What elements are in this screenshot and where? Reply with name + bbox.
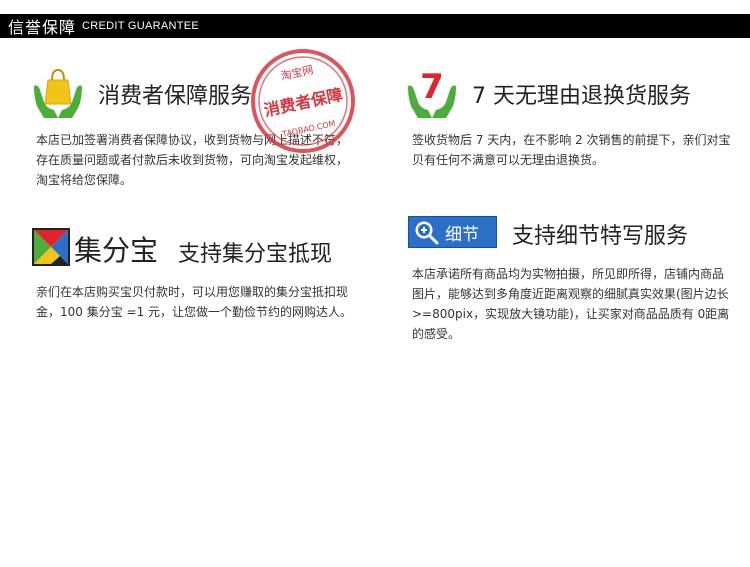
section-title-zh: 信誉保障 <box>8 18 77 37</box>
detail-closeup-block: 细节 支持细节特写服务 本店承诺所有商品均为实物拍摄，所见即所得，店铺内商品图片… <box>408 214 738 354</box>
detail-closeup-title: 支持细节特写服务 <box>512 224 689 249</box>
jifenbao-title: 支持集分宝抵现 <box>178 242 333 267</box>
jifenbao-desc: 亲们在本店购买宝贝付款时，可以用您赚取的集分宝抵扣现金，100 集分宝 =1 元… <box>36 285 353 319</box>
detail-tag: 细节 <box>408 216 497 248</box>
consumer-protection-title: 消费者保障服务 <box>98 84 253 109</box>
stamp-top-text: 淘宝网 <box>279 62 314 83</box>
svg-text:7: 7 <box>420 67 444 107</box>
section-title-en: CREDIT GUARANTEE <box>82 20 200 32</box>
seven-day-return-block: 7 7 天无理由退换货服务 签收货物后 7 天内，在不影响 2 次销售的前提下，… <box>406 56 736 196</box>
detail-tag-text: 细节 <box>445 224 479 245</box>
magnifier-icon <box>415 221 439 245</box>
section-header: 信誉保障 CREDIT GUARANTEE <box>0 14 750 38</box>
stamp-center-text: 消费者保障 <box>262 85 344 120</box>
seven-day-return-desc: 签收货物后 7 天内，在不影响 2 次销售的前提下，亲们对宝贝有任何不满意可以无… <box>412 133 731 167</box>
stamp-bottom-text: TAOBAO.COM <box>281 119 337 139</box>
detail-closeup-desc: 本店承诺所有商品均为实物拍摄，所见即所得，店铺内商品图片，能够达到多角度近距离观… <box>412 267 730 341</box>
taobao-consumer-protection-stamp: 淘宝网 消费者保障 TAOBAO.COM <box>251 49 355 153</box>
hands-with-shopping-bag-icon <box>34 68 82 118</box>
jifenbao-logo-text: 集分宝 <box>74 234 158 267</box>
jifenbao-block: 集分宝 支持集分宝抵现 亲们在本店购买宝贝付款时，可以用您赚取的集分宝抵扣现金，… <box>32 226 372 356</box>
hands-with-seven-icon: 7 <box>408 67 456 118</box>
jifenbao-logo: 集分宝 <box>32 228 158 267</box>
seven-day-return-title: 7 天无理由退换货服务 <box>472 84 691 109</box>
